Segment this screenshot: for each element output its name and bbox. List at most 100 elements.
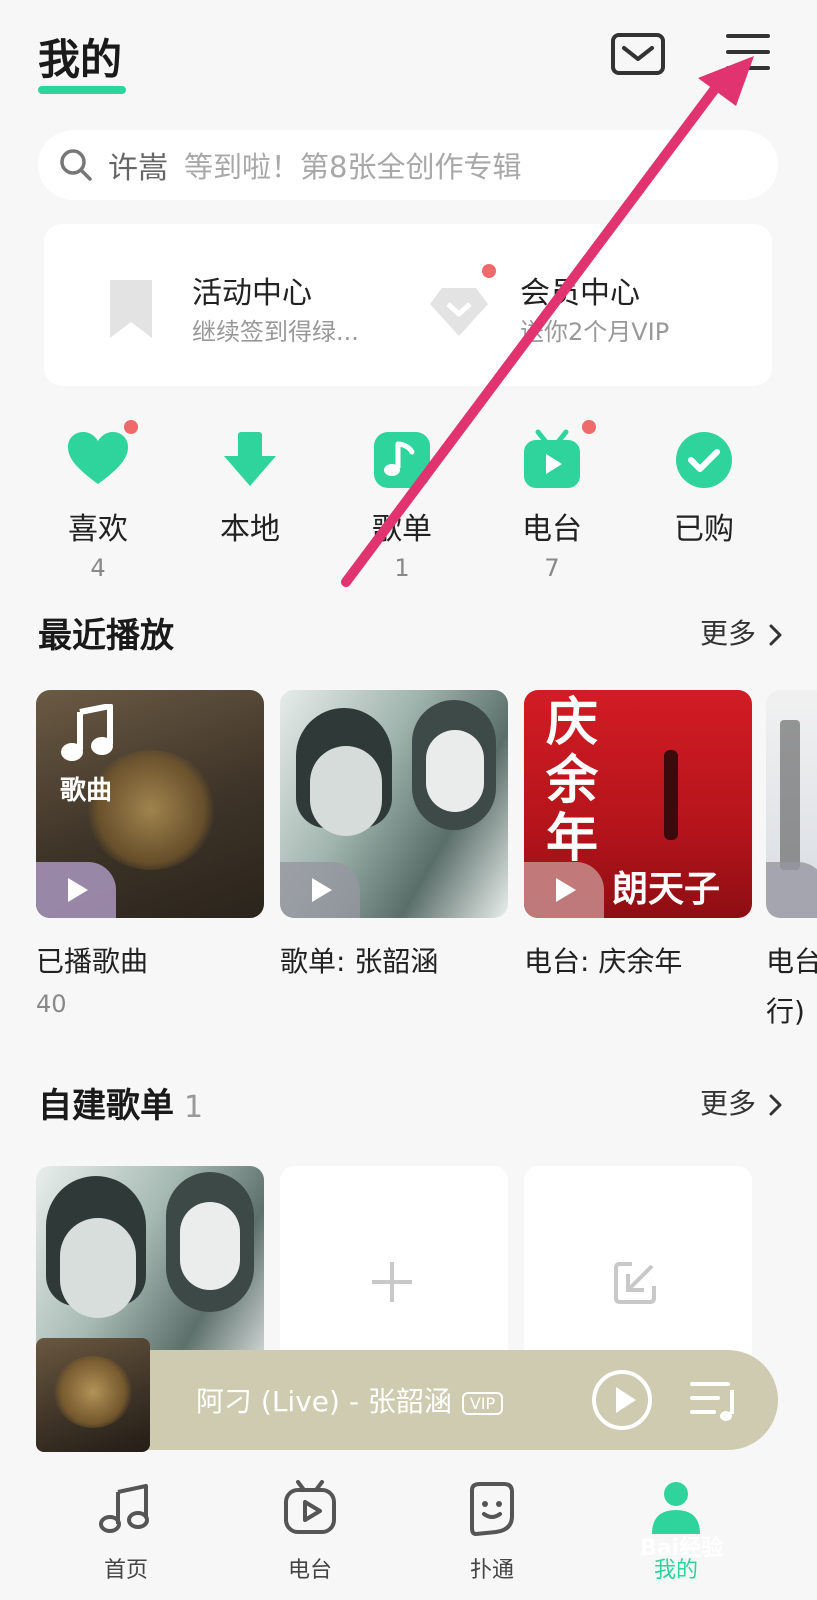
quick-count (180, 554, 320, 584)
quick-item-local[interactable]: 本地 (180, 428, 320, 588)
heart-icon (68, 432, 128, 484)
cover-text: 朗天子 (612, 868, 721, 910)
recent-section-title: 最近播放 (38, 616, 174, 656)
card-title: 电台: 庆余年 (524, 945, 683, 978)
cover-image (280, 690, 508, 918)
play-icon (556, 878, 576, 902)
cover-image (766, 690, 817, 918)
play-icon (312, 878, 332, 902)
quick-item-purchased[interactable]: 已购 (634, 428, 774, 588)
card-subtitle: 行) (766, 995, 805, 1028)
play-button[interactable] (524, 862, 604, 918)
quick-label: 已购 (674, 512, 734, 547)
playlist-queue-icon (690, 1382, 734, 1421)
tab-radio[interactable]: 电台 (250, 1478, 370, 1584)
activity-subtitle: 继续签到得绿... (192, 318, 359, 346)
now-playing-title: 阿刁 (Live) - 张韶涵 VIP (196, 1380, 504, 1420)
bookmark-icon (110, 280, 152, 338)
quick-access-row: 喜欢 4 本地 歌单 1 电台 7 已购 (0, 420, 817, 588)
cover-image: 歌曲 (36, 690, 264, 918)
search-icon (60, 149, 92, 181)
cover-text: 年 (546, 808, 599, 869)
member-center[interactable]: 会员中心 送你2个月VIP (424, 264, 754, 354)
music-note-icon (99, 1484, 149, 1533)
tab-label: 扑通 (469, 1558, 514, 1583)
more-label: 更多 (700, 1087, 757, 1120)
play-icon (68, 878, 88, 902)
menu-button[interactable] (724, 30, 772, 76)
chat-face-icon (470, 1482, 514, 1537)
member-badge-dot (482, 264, 496, 278)
radio-badge-dot (582, 420, 596, 434)
tab-label: 电台 (287, 1558, 332, 1583)
player-playlist-button[interactable] (688, 1376, 740, 1424)
cover-text: 庆 (546, 692, 599, 753)
quick-label: 本地 (220, 512, 280, 547)
now-playing-cover[interactable] (36, 1338, 150, 1452)
card-subtitle: 40 (36, 990, 67, 1018)
playlists-count: 1 (184, 1090, 204, 1125)
envelope-icon (611, 33, 665, 75)
song-name: 阿刁 (Live) - 张韶涵 (196, 1385, 452, 1418)
member-subtitle: 送你2个月VIP (520, 318, 670, 346)
page-title: 我的 (38, 35, 123, 84)
search-bar[interactable]: 许嵩 等到啦！第8张全创作专辑 (38, 130, 778, 200)
recent-card-radio[interactable]: 庆 余 年 朗天子 电台: 庆余年 (524, 690, 752, 990)
tab-home[interactable]: 首页 (66, 1478, 186, 1584)
more-label: 更多 (700, 617, 757, 650)
message-button[interactable] (610, 32, 666, 76)
quick-item-radio[interactable]: 电台 7 (482, 420, 622, 588)
chevron-right-icon (769, 1094, 782, 1116)
playlists-section-title: 自建歌单 1 (38, 1078, 203, 1127)
tab-putong[interactable]: 扑通 (432, 1478, 552, 1584)
search-query: 许嵩 (108, 151, 168, 186)
quick-count: 1 (394, 554, 410, 582)
header: 我的 (0, 0, 817, 110)
check-icon (676, 432, 732, 488)
radio-tv-icon (524, 429, 580, 488)
play-button[interactable] (36, 862, 116, 918)
watermark: Bai经验 (640, 1536, 724, 1561)
radio-tv-icon (284, 1480, 336, 1534)
player-play-button[interactable] (590, 1368, 654, 1432)
cover-image: 庆 余 年 朗天子 (524, 690, 752, 918)
user-icon (652, 1482, 700, 1534)
quick-item-playlist[interactable]: 歌单 1 (332, 428, 472, 588)
import-icon (614, 1262, 656, 1304)
music-note-icon (374, 432, 430, 488)
recent-card-playlist[interactable]: 歌单: 张韶涵 (280, 690, 508, 990)
recent-card-played-songs[interactable]: 歌曲 已播歌曲 40 (36, 690, 264, 1018)
play-circle-icon (592, 1370, 652, 1430)
quick-item-like[interactable]: 喜欢 4 (28, 420, 168, 588)
like-badge-dot (124, 420, 138, 434)
title-underline (38, 86, 126, 94)
activity-center[interactable]: 活动中心 继续签到得绿... (96, 264, 416, 354)
quick-label: 歌单 (372, 512, 432, 547)
vip-badge: VIP (461, 1391, 504, 1415)
quick-count (634, 554, 774, 584)
search-hint: 等到啦！第8张全创作专辑 (184, 150, 522, 184)
recent-more-link[interactable]: 更多 (700, 612, 785, 652)
play-button[interactable] (766, 862, 817, 918)
quick-count: 7 (544, 554, 560, 582)
quick-label: 电台 (522, 512, 582, 547)
plus-icon (372, 1262, 412, 1302)
card-title: 歌单: 张韶涵 (280, 945, 439, 978)
play-button[interactable] (280, 862, 360, 918)
tab-label: 首页 (103, 1558, 148, 1583)
chevron-right-icon (769, 624, 782, 646)
recent-card-partial[interactable]: 电台 行) (766, 690, 817, 1030)
download-icon (224, 432, 276, 486)
cover-overlay-label: 歌曲 (60, 776, 113, 806)
card-title: 已播歌曲 (36, 945, 149, 978)
diamond-icon (430, 288, 488, 336)
music-note-icon (61, 704, 113, 761)
hamburger-menu-icon (726, 34, 770, 70)
cover-text: 余 (546, 750, 599, 811)
quick-count: 4 (90, 554, 106, 582)
activity-title: 活动中心 (192, 276, 312, 311)
card-title: 电台 (766, 945, 817, 978)
playlists-title: 自建歌单 (38, 1086, 174, 1126)
playlists-more-link[interactable]: 更多 (700, 1082, 785, 1122)
quick-label: 喜欢 (68, 512, 128, 547)
